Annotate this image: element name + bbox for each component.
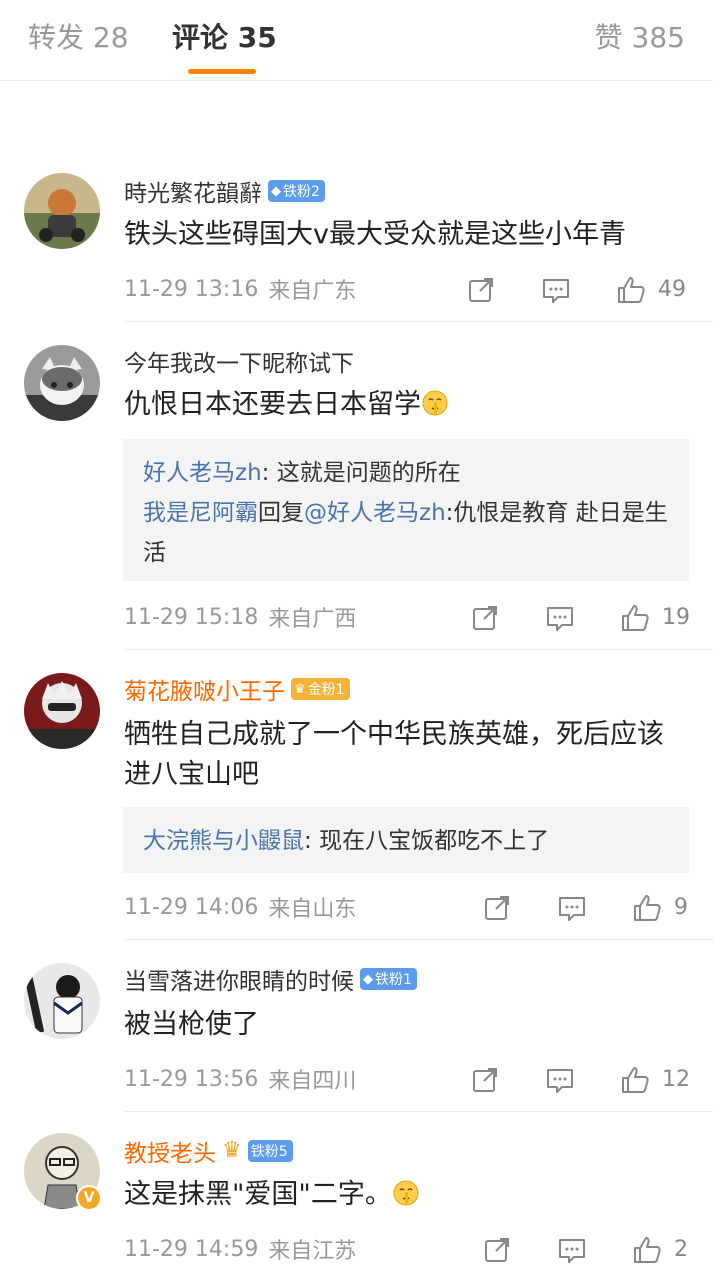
fan-badge-label: 铁粉5 <box>250 1144 288 1160</box>
name-row: 時光繁花韻辭 ◆ 铁粉2 <box>124 175 325 207</box>
avatar[interactable] <box>24 673 100 749</box>
name-row: 菊花腋啵小王子 ♛ 金粉1 <box>124 673 350 705</box>
avatar[interactable] <box>24 173 100 249</box>
tab-comments[interactable]: 评论 35 <box>172 20 277 56</box>
comment-text-body: 仇恨日本还要去日本留学 <box>124 389 421 420</box>
like-icon[interactable] <box>620 1065 650 1095</box>
like-icon[interactable] <box>632 893 662 923</box>
comment-meta: 11-29 14:06 来自山东 <box>124 887 689 927</box>
shush-emoji-icon <box>393 1180 419 1206</box>
comment-location: 来自广西 <box>268 607 357 632</box>
fan-badge-label: 铁粉2 <box>283 184 320 200</box>
reply-text: 这就是问题的所在 <box>276 460 461 486</box>
username[interactable]: 当雪落进你眼睛的时候 <box>124 962 354 996</box>
name-row: 今年我改一下昵称试下 <box>124 345 354 377</box>
comment-text: 铁头这些碍国大v最大受众就是这些小年青 <box>124 219 626 250</box>
like-count: 9 <box>674 895 688 920</box>
tab-comments-label: 评论 <box>172 21 229 54</box>
comment-text: 牺牲自己成就了一个中华民族英雄，死后应该进八宝山吧 <box>124 719 664 790</box>
tab-likes[interactable]: 赞 385 <box>595 20 685 56</box>
share-icon[interactable] <box>470 1065 500 1095</box>
diamond-icon: ◆ <box>271 183 281 199</box>
fan-badge: ♛ 金粉1 <box>291 678 350 700</box>
share-icon[interactable] <box>482 1235 512 1265</box>
comment-tabs: 转发 28 评论 35 赞 385 <box>0 0 713 81</box>
like-count: 49 <box>658 277 686 302</box>
avatar[interactable] <box>24 345 100 421</box>
comment-location: 来自广东 <box>268 279 357 304</box>
comment-text: 这是抹黑"爱国"二字。 <box>124 1175 689 1215</box>
divider <box>124 939 713 940</box>
active-tab-indicator <box>188 69 256 74</box>
reply-author[interactable]: 好人老马zh <box>143 460 262 486</box>
reply-mention[interactable]: @好人老马zh <box>304 500 446 526</box>
reply-separator: : <box>261 460 277 486</box>
comment-text: 仇恨日本还要去日本留学 <box>124 385 689 425</box>
reply-line: 大浣熊与小鼹鼠: 现在八宝饭都吃不上了 <box>143 821 669 861</box>
reply-author[interactable]: 大浣熊与小鼹鼠 <box>143 828 304 854</box>
comment-time: 11-29 13:16 <box>124 276 259 302</box>
reply-icon[interactable] <box>545 603 575 633</box>
comment-meta: 11-29 14:59 来自江苏 <box>124 1229 689 1269</box>
like-count: 12 <box>662 1067 690 1092</box>
fan-badge-label: 铁粉1 <box>375 972 412 988</box>
reply-icon[interactable] <box>557 893 587 923</box>
comment-text: 被当枪使了 <box>124 1009 259 1040</box>
reply-line: 我是尼阿霸回复@好人老马zh:仇恨是教育 赴日是生活 <box>143 493 669 573</box>
reply-icon[interactable] <box>557 1235 587 1265</box>
comment-location: 来自四川 <box>268 1069 357 1094</box>
comment-time: 11-29 14:06 <box>124 894 259 920</box>
reply-icon[interactable] <box>541 275 571 305</box>
crown-icon: ♛ <box>222 1138 242 1163</box>
comment-time: 11-29 15:18 <box>124 604 259 630</box>
crown-badge-icon: ♛ <box>294 681 306 697</box>
divider <box>124 321 713 322</box>
reply-preview[interactable]: 好人老马zh: 这就是问题的所在 我是尼阿霸回复@好人老马zh:仇恨是教育 赴日… <box>123 439 689 581</box>
tab-comments-count: 35 <box>237 21 277 54</box>
reply-separator: : <box>304 828 320 854</box>
reply-verb: 回复 <box>258 500 304 526</box>
like-icon[interactable] <box>632 1235 662 1265</box>
tab-repost[interactable]: 转发 28 <box>28 20 129 56</box>
comment-text-body: 这是抹黑"爱国"二字。 <box>124 1179 392 1210</box>
username[interactable]: 教授老头 <box>124 1134 216 1168</box>
fan-badge: ◆ 铁粉1 <box>360 968 417 990</box>
comment-time: 11-29 13:56 <box>124 1066 259 1092</box>
share-icon[interactable] <box>466 275 496 305</box>
share-icon[interactable] <box>482 893 512 923</box>
diamond-icon: ◆ <box>363 971 373 987</box>
name-row: 教授老头 ♛ 铁粉5 <box>124 1135 293 1167</box>
username[interactable]: 時光繁花韻辭 <box>124 174 262 208</box>
reply-preview[interactable]: 大浣熊与小鼹鼠: 现在八宝饭都吃不上了 <box>123 807 689 873</box>
reply-line: 好人老马zh: 这就是问题的所在 <box>143 453 669 493</box>
like-icon[interactable] <box>620 603 650 633</box>
fan-badge: 铁粉5 <box>247 1140 293 1162</box>
like-icon[interactable] <box>616 275 646 305</box>
like-count: 19 <box>662 605 690 630</box>
reply-icon[interactable] <box>545 1065 575 1095</box>
comment-location: 来自江苏 <box>268 1239 357 1264</box>
shush-emoji-icon <box>422 390 448 416</box>
username[interactable]: 菊花腋啵小王子 <box>124 672 285 706</box>
comment-time: 11-29 14:59 <box>124 1236 259 1262</box>
fan-badge-label: 金粉1 <box>307 682 345 698</box>
comment-meta: 11-29 13:56 来自四川 <box>124 1059 689 1099</box>
name-row: 当雪落进你眼睛的时候 ◆ 铁粉1 <box>124 963 417 995</box>
comment-meta: 11-29 13:16 来自广东 <box>124 269 689 309</box>
verified-badge: V <box>76 1185 102 1211</box>
divider <box>124 1111 713 1112</box>
reply-author[interactable]: 我是尼阿霸 <box>143 500 258 526</box>
comment-location: 来自山东 <box>268 897 357 922</box>
divider <box>124 649 713 650</box>
share-icon[interactable] <box>470 603 500 633</box>
comment-meta: 11-29 15:18 来自广西 <box>124 597 689 637</box>
fan-badge: ◆ 铁粉2 <box>268 180 325 202</box>
like-count: 2 <box>674 1237 688 1262</box>
reply-text: 现在八宝饭都吃不上了 <box>319 828 550 854</box>
avatar[interactable] <box>24 963 100 1039</box>
username[interactable]: 今年我改一下昵称试下 <box>124 344 354 378</box>
